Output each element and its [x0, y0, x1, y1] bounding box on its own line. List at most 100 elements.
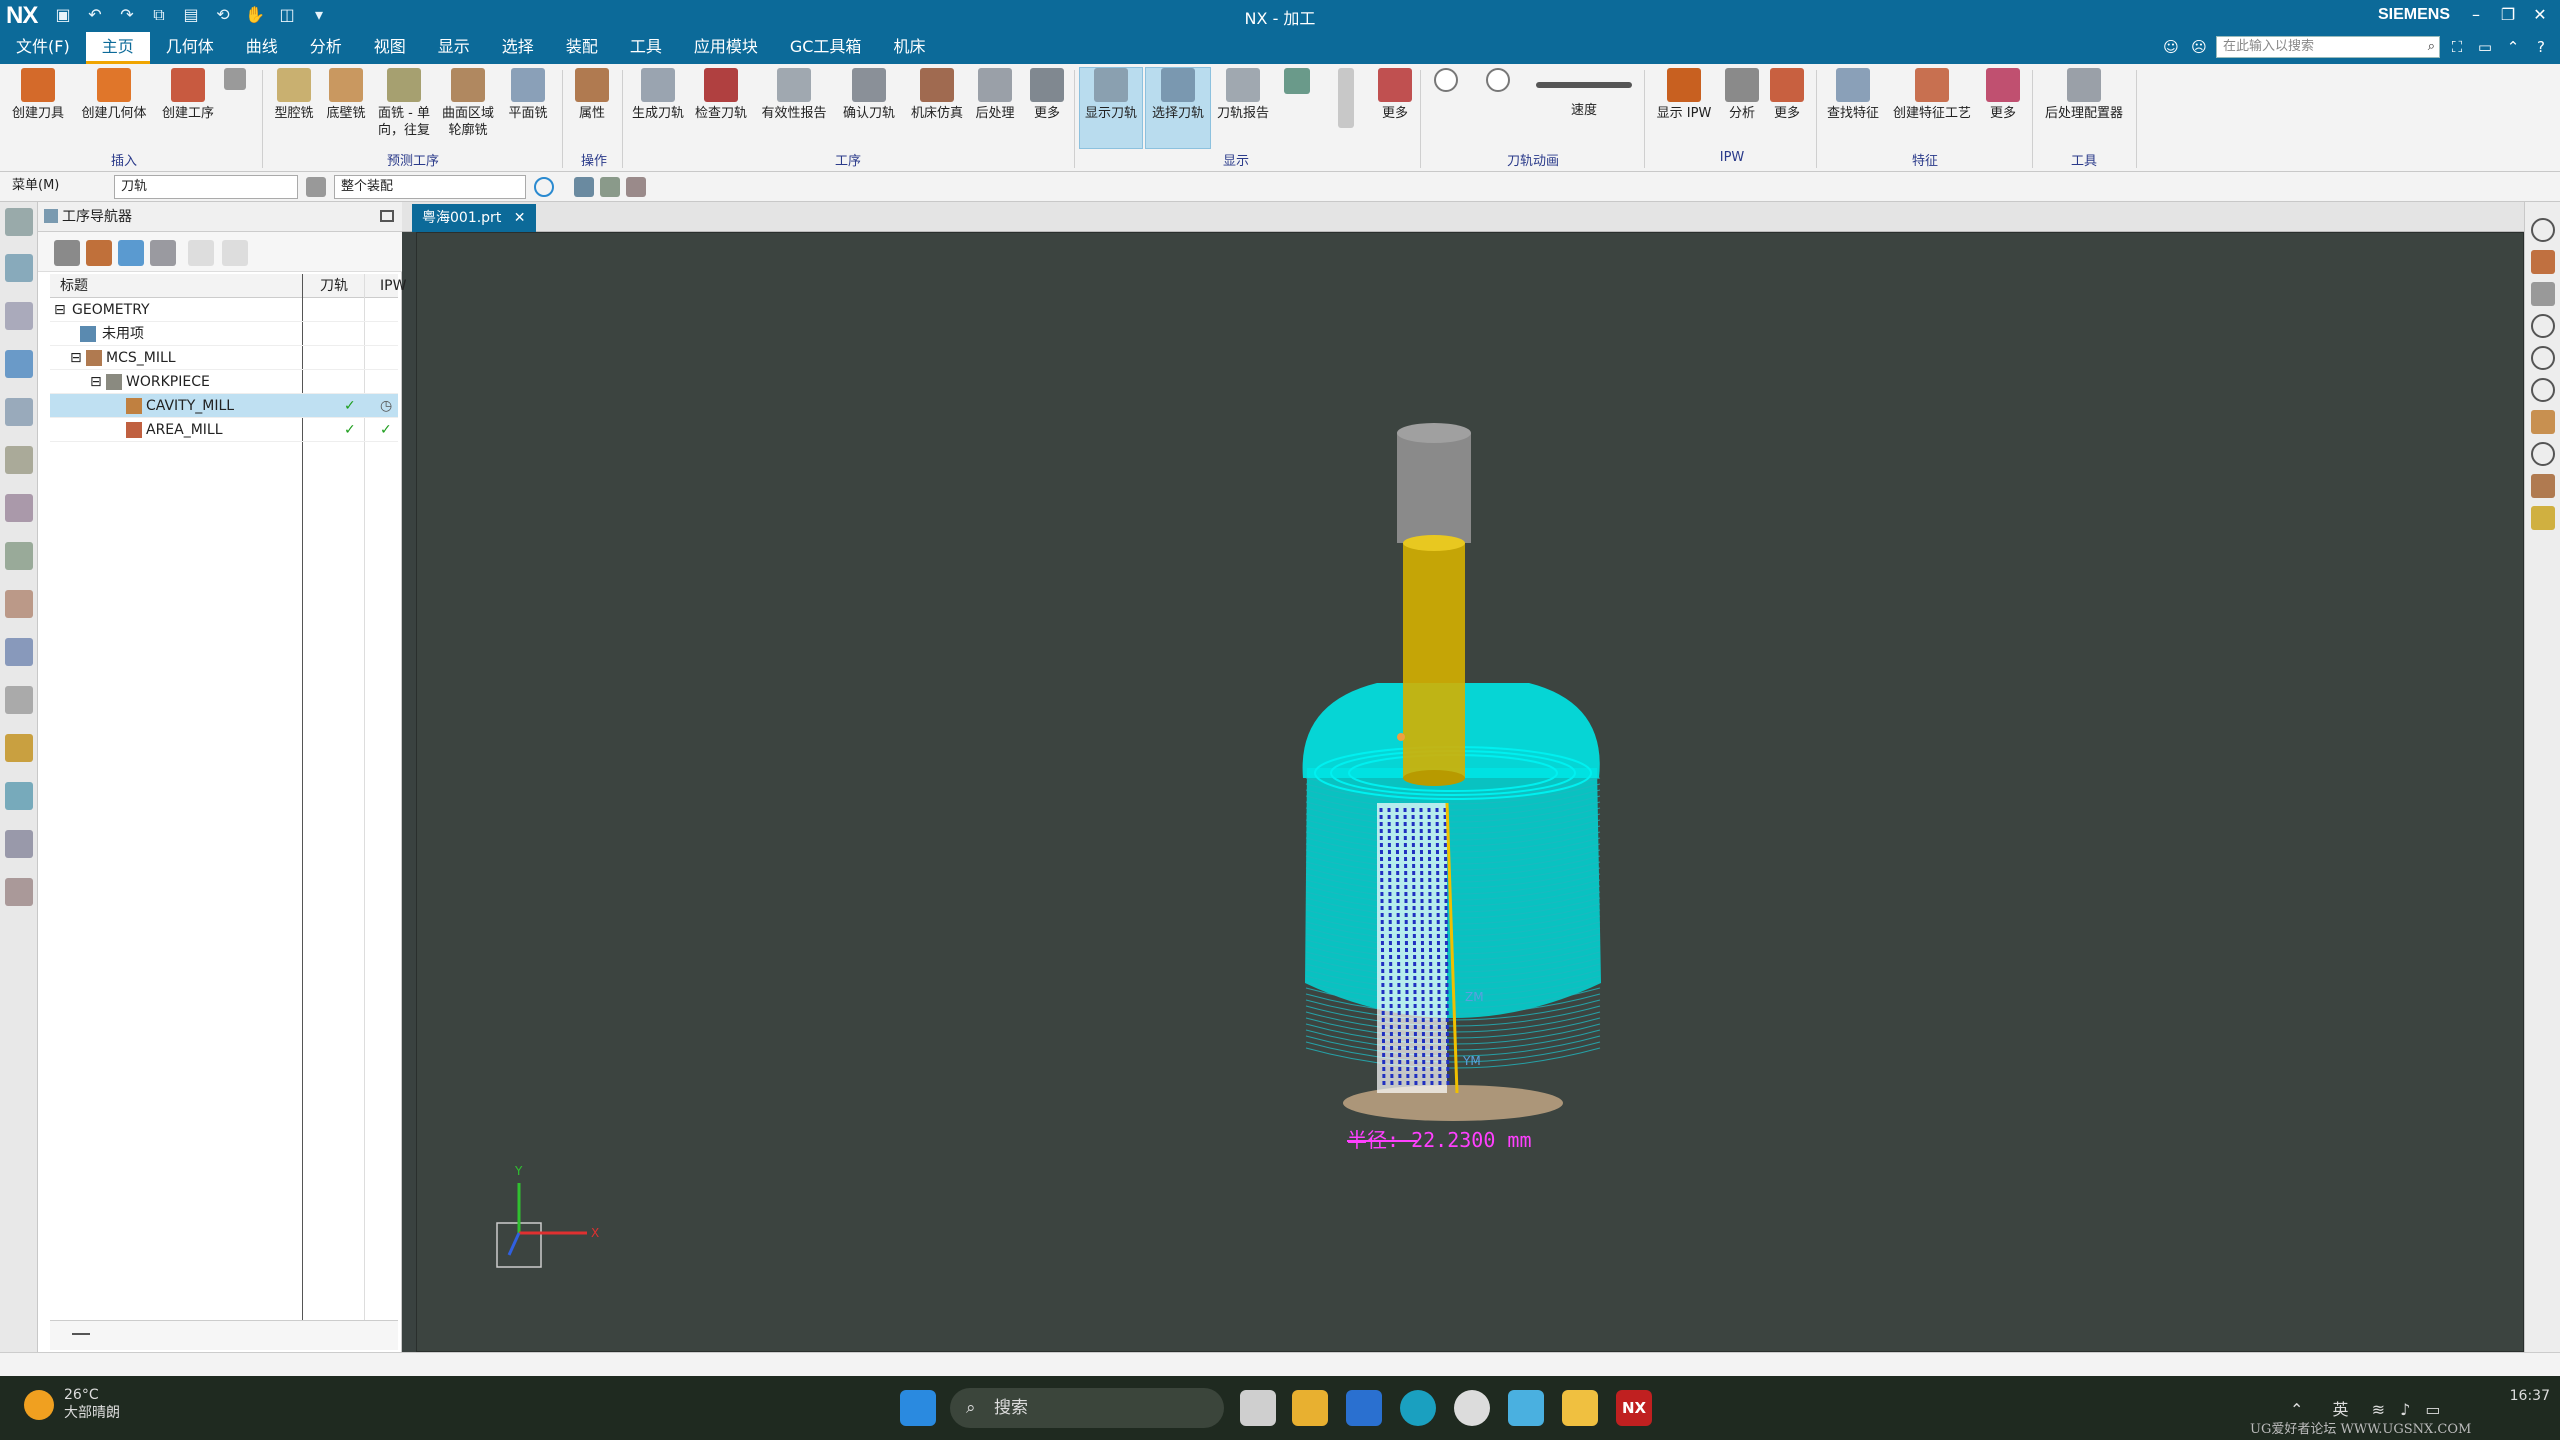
settings-gear-icon[interactable]: [5, 208, 33, 236]
confirm-toolpath-button[interactable]: 确认刀轨: [836, 68, 902, 148]
validity-report-button[interactable]: 有效性报告: [756, 68, 832, 148]
create-operation-button[interactable]: 创建工序: [156, 68, 220, 148]
step-backward-icon[interactable]: [2531, 378, 2555, 402]
tree-row-area-mill[interactable]: AREA_MILL ✓ ✓: [50, 418, 398, 442]
taskbar-search[interactable]: ⌕ 搜索: [950, 1388, 1224, 1428]
reuse-library-icon[interactable]: [5, 542, 33, 570]
window-icon[interactable]: ◫: [276, 4, 298, 26]
folder-icon[interactable]: [1562, 1390, 1598, 1426]
palette-icon[interactable]: [5, 734, 33, 762]
machine-tool-navigator-icon[interactable]: [5, 398, 33, 426]
maximize-panel-icon[interactable]: [380, 210, 394, 222]
geometry-view-icon[interactable]: [118, 240, 144, 266]
cavity-mill-button[interactable]: 型腔铣: [268, 68, 320, 148]
volume-icon[interactable]: ♪: [2400, 1400, 2410, 1419]
task-view-icon[interactable]: [1240, 1390, 1276, 1426]
weather-widget[interactable]: 26°C 大部晴朗: [24, 1386, 120, 1422]
constraint-navigator-icon[interactable]: [5, 302, 33, 330]
program-order-view-icon[interactable]: [54, 240, 80, 266]
move-arrows-button[interactable]: [1336, 68, 1356, 148]
edge-browser-icon[interactable]: [1400, 1390, 1436, 1426]
create-feature-process-button[interactable]: 创建特征工艺: [1888, 68, 1976, 148]
create-tool-button[interactable]: 创建刀具: [8, 68, 68, 148]
main-menu-button[interactable]: 菜单(M): [6, 175, 102, 199]
history-icon[interactable]: [5, 686, 33, 714]
snap-circle-icon[interactable]: [534, 177, 554, 197]
show-ipw-button[interactable]: 显示 IPW: [1650, 68, 1718, 148]
feature-more-button[interactable]: 更多: [1980, 68, 2026, 148]
notepad-icon[interactable]: [1508, 1390, 1544, 1426]
expand-icon[interactable]: ⊟: [90, 370, 102, 394]
ime-indicator[interactable]: 英: [2333, 1400, 2349, 1419]
restore-icon[interactable]: ❐: [2497, 3, 2519, 27]
column-ipw[interactable]: IPW: [380, 274, 406, 298]
select-bodies-icon[interactable]: [600, 177, 620, 197]
search-icon[interactable]: ⌕: [2428, 37, 2435, 57]
material-icon[interactable]: [2531, 410, 2555, 434]
store-icon[interactable]: [1346, 1390, 1382, 1426]
tab-curve[interactable]: 曲线: [230, 32, 294, 64]
scope-select[interactable]: 整个装配: [334, 175, 526, 199]
file-explorer-icon[interactable]: [1292, 1390, 1328, 1426]
display-more-button[interactable]: 更多: [1370, 68, 1420, 148]
tab-home[interactable]: 主页: [85, 32, 150, 64]
method-view-icon[interactable]: [150, 240, 176, 266]
find-feature-button[interactable]: 查找特征: [1822, 68, 1884, 148]
tab-gc-toolkit[interactable]: GC工具箱: [774, 32, 878, 64]
battery-icon[interactable]: ▭: [2425, 1400, 2440, 1419]
tab-applications[interactable]: 应用模块: [678, 32, 774, 64]
tab-display[interactable]: 显示: [422, 32, 486, 64]
filter-reset-icon[interactable]: [306, 177, 326, 197]
step-forward-icon[interactable]: [2531, 346, 2555, 370]
tab-assembly[interactable]: 装配: [550, 32, 614, 64]
compare-icon[interactable]: [2531, 474, 2555, 498]
play-forward-icon[interactable]: [2531, 314, 2555, 338]
tab-geometry[interactable]: 几何体: [150, 32, 230, 64]
menu-file[interactable]: 文件(F): [0, 32, 86, 64]
end-icon[interactable]: [2531, 442, 2555, 466]
floor-wall-button[interactable]: 底壁铣: [320, 68, 372, 148]
planar-mill-button[interactable]: 平面铣: [502, 68, 554, 148]
touch-mode-icon[interactable]: ✋: [244, 4, 266, 26]
settings-gear-icon[interactable]: [1454, 1390, 1490, 1426]
tree-row-mcs-mill[interactable]: ⊟ MCS_MILL: [50, 346, 398, 370]
rewind-icon[interactable]: [2531, 218, 2555, 242]
close-tab-icon[interactable]: ✕: [514, 210, 526, 226]
tab-machine[interactable]: 机床: [877, 32, 941, 64]
animation-speed-slider[interactable]: 速度: [1536, 68, 1632, 148]
area-contour-button[interactable]: 曲面区域 轮廓铣: [436, 68, 500, 148]
machine-tool-view-icon[interactable]: [86, 240, 112, 266]
paste-icon[interactable]: ▤: [180, 4, 202, 26]
display-toolpath-button[interactable]: 显示刀轨: [1079, 67, 1143, 149]
graphics-viewport[interactable]: ZM YM 半径: 22.2300 mm Y X: [416, 232, 2524, 1352]
smile-icon[interactable]: ☺: [2160, 36, 2182, 58]
create-geometry-button[interactable]: 创建几何体: [76, 68, 152, 148]
tab-analysis[interactable]: 分析: [294, 32, 358, 64]
command-search-input[interactable]: 在此输入以搜索 ⌕: [2216, 36, 2440, 58]
tree-row-workpiece[interactable]: ⊟ WORKPIECE: [50, 370, 398, 394]
play-button[interactable]: [1480, 68, 1516, 148]
tab-tools[interactable]: 工具: [614, 32, 678, 64]
nx-taskbar-icon[interactable]: NX: [1616, 1390, 1652, 1426]
document-tab[interactable]: 粤海001.prt ✕: [412, 204, 536, 232]
system-scene-icon[interactable]: [5, 878, 33, 906]
operation-more-button[interactable]: 更多: [1022, 68, 1072, 148]
minimize-icon[interactable]: –: [2465, 3, 2487, 27]
post-configurator-button[interactable]: 后处理配置器: [2038, 68, 2130, 148]
machine-simulation-button[interactable]: 机床仿真: [904, 68, 970, 148]
ipw-icon[interactable]: [2531, 250, 2555, 274]
column-toolpath[interactable]: 刀轨: [320, 274, 348, 298]
machining-knowledge-icon[interactable]: [5, 782, 33, 810]
undo-icon[interactable]: ↶: [84, 4, 106, 26]
insert-extra-button[interactable]: [222, 68, 248, 148]
tree-row-geometry[interactable]: ⊟ GEOMETRY: [50, 298, 398, 322]
select-toolpath-button[interactable]: 选择刀轨: [1145, 67, 1211, 149]
expand-icon[interactable]: ⊟: [70, 346, 82, 370]
operation-navigator-icon[interactable]: [5, 350, 33, 378]
face-mill-zigzag-button[interactable]: 面铣 - 单 向，往复: [372, 68, 436, 148]
add-view-icon[interactable]: [188, 240, 214, 266]
gouge-check-icon[interactable]: [2531, 506, 2555, 530]
start-windows-icon[interactable]: [900, 1390, 936, 1426]
close-icon[interactable]: ✕: [2529, 3, 2551, 27]
collapse-icon[interactable]: ⌃: [2502, 36, 2524, 58]
